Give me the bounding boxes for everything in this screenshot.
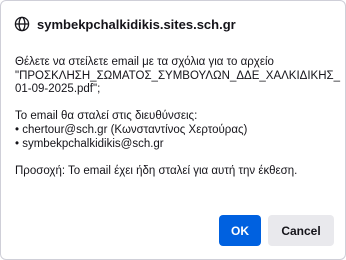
message-spacer — [15, 151, 337, 165]
message-line: 01-09-2025.pdf"; — [15, 83, 101, 96]
message-line: • chertour@sch.gr (Κωνσταντίνος Χερτούρα… — [15, 123, 248, 136]
dialog-message: Θέλετε να στείλετε email με τα σχόλια γι… — [15, 56, 341, 178]
origin-domain: symbekpchalkidikis.sites.sch.gr — [37, 16, 236, 32]
message-spacer — [15, 97, 337, 111]
message-line: Προσοχή: Το email έχει ήδη σταλεί για αυ… — [15, 164, 298, 177]
globe-icon — [14, 16, 30, 32]
message-line: "ΠΡΟΣΚΛΗΣΗ_ΣΩΜΑΤΟΣ_ΣΥΜΒΟΥΛΩΝ_ΔΔΕ_ΧΑΛΚΙΔΙ… — [15, 69, 341, 82]
message-line: • symbekpchalkidikis@sch.gr — [15, 137, 164, 150]
ok-button[interactable]: OK — [219, 215, 261, 246]
message-line: Θέλετε να στείλετε email με τα σχόλια γι… — [15, 56, 274, 68]
cancel-button[interactable]: Cancel — [268, 215, 334, 246]
confirm-dialog: symbekpchalkidikis.sites.sch.gr Θέλετε ν… — [0, 0, 346, 260]
dialog-origin: symbekpchalkidikis.sites.sch.gr — [14, 15, 236, 33]
message-line: Το email θα σταλεί στις διευθύνσεις: — [15, 110, 198, 123]
